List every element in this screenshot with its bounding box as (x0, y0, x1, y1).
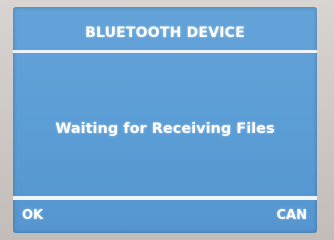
footer-divider (13, 196, 317, 200)
lcd-screen: BLUETOOTH DEVICE Waiting for Receiving F… (13, 7, 317, 233)
status-message: Waiting for Receiving Files (55, 121, 275, 137)
device-bezel: BLUETOOTH DEVICE Waiting for Receiving F… (0, 0, 334, 240)
cancel-softkey[interactable]: CAN (277, 208, 307, 223)
ok-softkey[interactable]: OK (22, 208, 43, 223)
header-divider (13, 50, 317, 53)
screen-title: BLUETOOTH DEVICE (85, 25, 245, 41)
